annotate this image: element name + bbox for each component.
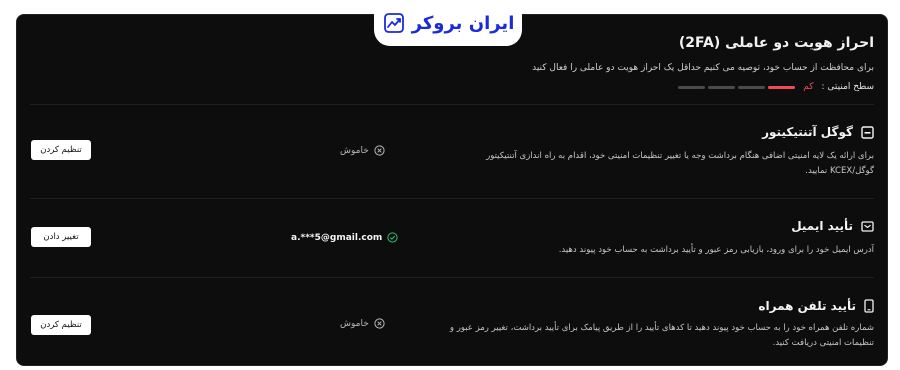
- authenticator-status: خاموش: [340, 145, 385, 156]
- two-factor-panel: احراز هویت دو عاملی (2FA) برای محافظت از…: [16, 14, 888, 366]
- security-level: سطح امنیتی : کم: [678, 82, 874, 92]
- security-level-value: کم: [803, 82, 814, 92]
- off-x-icon: [374, 318, 385, 329]
- email-status: a.***5@gmail.com: [291, 232, 398, 243]
- authenticator-title-row: گوگل آتنتیکیتور: [762, 125, 874, 139]
- email-description: آدرس ایمیل خود را برای ورود، بازیابی رمز…: [558, 245, 874, 255]
- email-status-text: a.***5@gmail.com: [291, 232, 383, 243]
- phone-title: تأیید تلفن همراه: [758, 299, 856, 313]
- brand-logo[interactable]: ایران بروکر: [374, 0, 522, 46]
- security-level-bar: [678, 85, 796, 89]
- phone-setup-button[interactable]: تنظیم کردن: [31, 315, 91, 335]
- divider: [30, 104, 874, 105]
- verified-check-icon: [387, 232, 398, 243]
- off-x-icon: [374, 145, 385, 156]
- brand-logo-text: ایران بروکر: [411, 12, 515, 34]
- email-icon: [861, 220, 874, 232]
- phone-description: شماره تلفن همراه خود را به حساب خود پیون…: [449, 323, 874, 348]
- page-subtitle: برای محافظت از حساب خود، توصیه می کنیم ح…: [532, 63, 874, 73]
- phone-status-text: خاموش: [340, 318, 369, 329]
- authenticator-title: گوگل آتنتیکیتور: [762, 125, 853, 139]
- trend-chart-icon: [382, 12, 406, 34]
- divider: [30, 198, 874, 199]
- phone-icon: [864, 299, 874, 313]
- security-level-segment: [708, 85, 736, 89]
- authenticator-setup-button[interactable]: تنظیم کردن: [31, 140, 91, 160]
- security-level-label: سطح امنیتی :: [821, 82, 874, 92]
- security-level-segment: [768, 85, 796, 89]
- security-level-segment: [738, 85, 766, 89]
- divider: [30, 277, 874, 278]
- authenticator-description: برای ارائه یک لایه امنیتی اضافی هنگام بر…: [486, 151, 874, 176]
- security-level-segment: [678, 85, 706, 89]
- email-title-row: تأیید ایمیل: [791, 219, 874, 233]
- authenticator-icon: [861, 125, 874, 139]
- phone-status: خاموش: [340, 318, 385, 329]
- authenticator-status-text: خاموش: [340, 145, 369, 156]
- page: احراز هویت دو عاملی (2FA) برای محافظت از…: [0, 0, 900, 370]
- phone-title-row: تأیید تلفن همراه: [758, 299, 874, 313]
- email-change-button[interactable]: تغییر دادن: [31, 227, 91, 247]
- email-title: تأیید ایمیل: [791, 219, 853, 233]
